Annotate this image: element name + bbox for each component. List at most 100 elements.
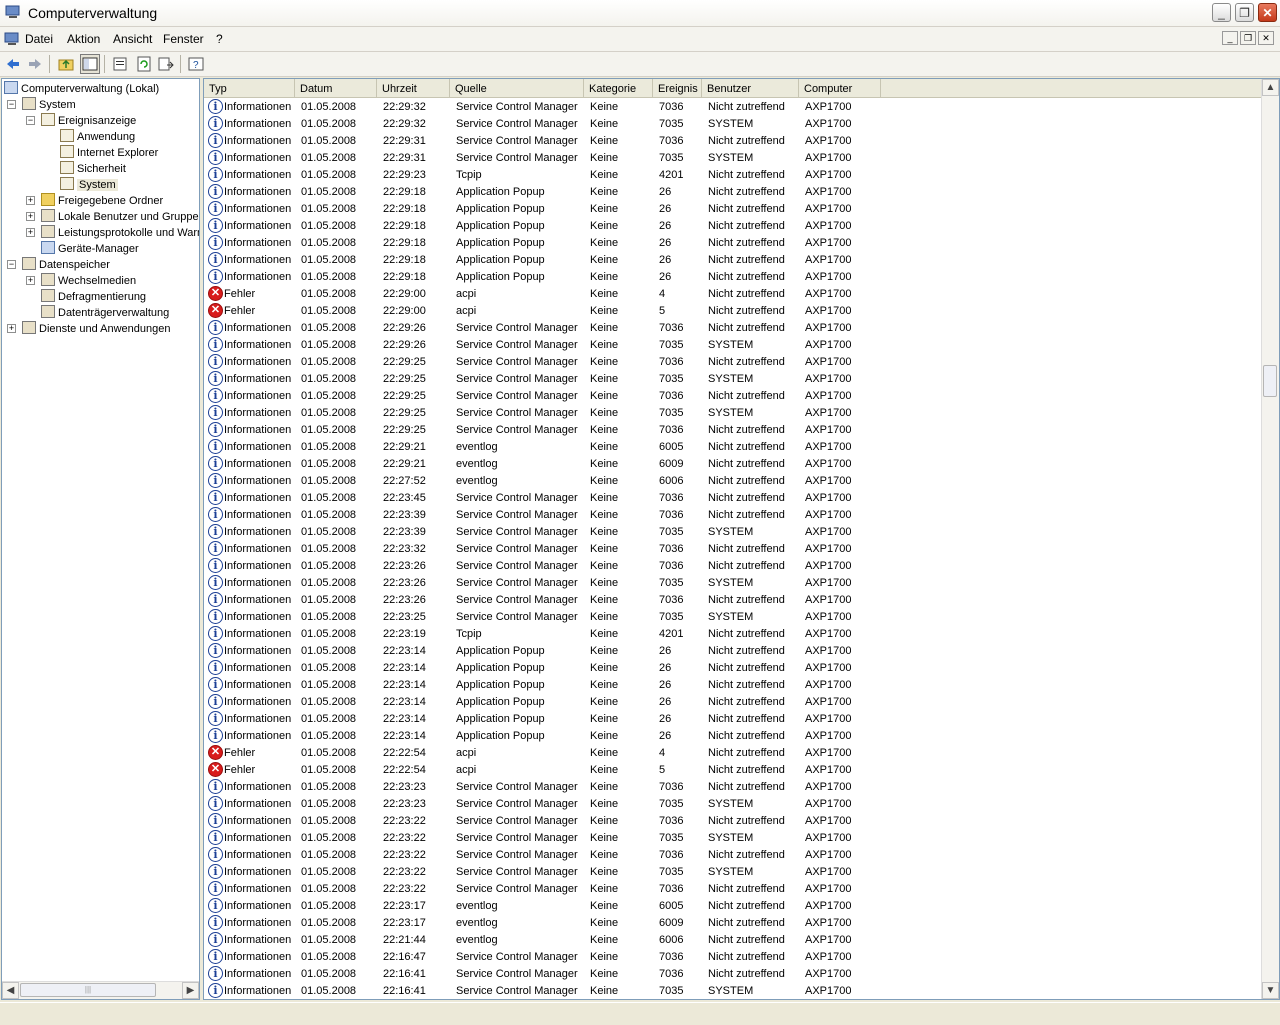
column-header-kategorie[interactable]: Kategorie: [584, 79, 653, 97]
table-row[interactable]: i Informationen 01.05.2008 22:23:22 Service …: [204, 846, 1264, 863]
table-row[interactable]: i Informationen 01.05.2008 22:29:18 Applicat…: [204, 234, 1264, 251]
expand-services-icon[interactable]: +: [7, 324, 16, 333]
table-row[interactable]: i Informationen 01.05.2008 22:29:31 Service …: [204, 132, 1264, 149]
table-row[interactable]: i Informationen 01.05.2008 22:29:25 Service …: [204, 421, 1264, 438]
table-row[interactable]: ✕ Fehler 01.05.2008 22:29:00 acpi Keine 5 Nicht…: [204, 302, 1264, 319]
menu-datei[interactable]: Datei: [25, 32, 53, 46]
scroll-left-icon[interactable]: ◀: [2, 982, 19, 999]
scroll-right-icon[interactable]: ▶: [182, 982, 199, 999]
table-row[interactable]: i Informationen 01.05.2008 22:23:26 Service …: [204, 591, 1264, 608]
table-row[interactable]: i Informationen 01.05.2008 22:29:31 Service …: [204, 149, 1264, 166]
table-row[interactable]: i Informationen 01.05.2008 22:29:18 Applicat…: [204, 183, 1264, 200]
expand-users-icon[interactable]: +: [26, 212, 35, 221]
table-row[interactable]: i Informationen 01.05.2008 22:29:25 Service …: [204, 387, 1264, 404]
tree-item-datenspeicher[interactable]: Datenspeicher: [22, 257, 110, 273]
expand-removable-icon[interactable]: +: [26, 276, 35, 285]
refresh-icon[interactable]: [134, 54, 154, 74]
table-row[interactable]: i Informationen 01.05.2008 22:29:18 Applicat…: [204, 217, 1264, 234]
table-row[interactable]: i Informationen 01.05.2008 22:23:25 Service …: [204, 608, 1264, 625]
table-row[interactable]: i Informationen 01.05.2008 22:23:26 Service …: [204, 557, 1264, 574]
tree-item-dienste[interactable]: Dienste und Anwendungen: [22, 321, 171, 337]
table-row[interactable]: i Informationen 01.05.2008 22:29:32 Service …: [204, 98, 1264, 115]
table-row[interactable]: i Informationen 01.05.2008 22:29:26 Service …: [204, 319, 1264, 336]
mdi-restore-button[interactable]: ❐: [1240, 31, 1256, 45]
table-row[interactable]: i Informationen 01.05.2008 22:23:26 Service …: [204, 574, 1264, 591]
tree-item-system[interactable]: System: [22, 97, 76, 113]
table-row[interactable]: ✕ Fehler 01.05.2008 22:22:54 acpi Keine 4 Nicht…: [204, 744, 1264, 761]
collapse-system-icon[interactable]: −: [7, 100, 16, 109]
tree-item-anwendung[interactable]: Anwendung: [60, 129, 135, 145]
table-row[interactable]: i Informationen 01.05.2008 22:23:23 Service …: [204, 778, 1264, 795]
table-row[interactable]: i Informationen 01.05.2008 22:23:14 Applicat…: [204, 642, 1264, 659]
table-row[interactable]: i Informationen 01.05.2008 22:23:14 Applicat…: [204, 693, 1264, 710]
column-header-typ[interactable]: Typ: [204, 79, 295, 97]
table-row[interactable]: i Informationen 01.05.2008 22:29:32 Service …: [204, 115, 1264, 132]
table-row[interactable]: i Informationen 01.05.2008 22:23:14 Applicat…: [204, 659, 1264, 676]
scroll-thumb[interactable]: |||: [20, 983, 156, 997]
menu-help[interactable]: ?: [216, 32, 223, 46]
table-row[interactable]: i Informationen 01.05.2008 22:16:47 Service …: [204, 948, 1264, 965]
column-header-benutzer[interactable]: Benutzer: [702, 79, 799, 97]
scroll-up-icon[interactable]: ▲: [1262, 79, 1279, 96]
table-row[interactable]: i Informationen 01.05.2008 22:23:14 Applicat…: [204, 727, 1264, 744]
show-tree-icon[interactable]: [80, 54, 100, 74]
table-row[interactable]: i Informationen 01.05.2008 22:23:14 Applicat…: [204, 710, 1264, 727]
expand-shared-icon[interactable]: +: [26, 196, 35, 205]
tree-item-datentraegerverwaltung[interactable]: Datenträgerverwaltung: [41, 305, 169, 321]
tree-item-internet-explorer[interactable]: Internet Explorer: [60, 145, 158, 161]
table-row[interactable]: i Informationen 01.05.2008 22:23:17 eventlog…: [204, 897, 1264, 914]
forward-arrow-icon[interactable]: [25, 54, 45, 74]
column-header-datum[interactable]: Datum: [295, 79, 377, 97]
collapse-eventviewer-icon[interactable]: −: [26, 116, 35, 125]
table-row[interactable]: i Informationen 01.05.2008 22:29:26 Service …: [204, 336, 1264, 353]
table-row[interactable]: i Informationen 01.05.2008 22:29:21 eventlog…: [204, 438, 1264, 455]
column-header-ereignis[interactable]: Ereignis: [653, 79, 702, 97]
restore-button[interactable]: ❐: [1235, 3, 1254, 22]
table-row[interactable]: i Informationen 01.05.2008 22:23:14 Applicat…: [204, 676, 1264, 693]
table-row[interactable]: i Informationen 01.05.2008 22:29:21 eventlog…: [204, 455, 1264, 472]
up-folder-icon[interactable]: [56, 54, 76, 74]
table-row[interactable]: i Informationen 01.05.2008 22:29:23 Tcpip Kei…: [204, 166, 1264, 183]
table-row[interactable]: i Informationen 01.05.2008 22:23:22 Service …: [204, 880, 1264, 897]
mdi-window-icon[interactable]: [4, 32, 20, 46]
collapse-storage-icon[interactable]: −: [7, 260, 16, 269]
table-row[interactable]: i Informationen 01.05.2008 22:23:22 Service …: [204, 863, 1264, 880]
table-row[interactable]: i Informationen 01.05.2008 22:23:32 Service …: [204, 540, 1264, 557]
table-row[interactable]: i Informationen 01.05.2008 22:23:39 Service …: [204, 523, 1264, 540]
tree-item-freigegebene-ordner[interactable]: Freigegebene Ordner: [41, 193, 163, 209]
list-vertical-scrollbar[interactable]: ▲ ▼: [1261, 79, 1279, 999]
column-header-computer[interactable]: Computer: [799, 79, 881, 97]
minimize-button[interactable]: _: [1212, 3, 1231, 22]
mdi-close-button[interactable]: ✕: [1258, 31, 1274, 45]
table-row[interactable]: i Informationen 01.05.2008 22:29:25 Service …: [204, 353, 1264, 370]
table-row[interactable]: i Informationen 01.05.2008 22:23:45 Service …: [204, 489, 1264, 506]
table-row[interactable]: i Informationen 01.05.2008 22:23:23 Service …: [204, 795, 1264, 812]
table-row[interactable]: i Informationen 01.05.2008 22:29:18 Applicat…: [204, 268, 1264, 285]
table-row[interactable]: i Informationen 01.05.2008 22:23:17 eventlog…: [204, 914, 1264, 931]
tree-item-system-log[interactable]: System: [60, 177, 118, 193]
menu-ansicht[interactable]: Ansicht: [113, 32, 152, 46]
back-arrow-icon[interactable]: [3, 54, 23, 74]
table-row[interactable]: i Informationen 01.05.2008 22:29:25 Service …: [204, 370, 1264, 387]
expand-perf-icon[interactable]: +: [26, 228, 35, 237]
table-row[interactable]: i Informationen 01.05.2008 22:23:22 Service …: [204, 812, 1264, 829]
table-row[interactable]: i Informationen 01.05.2008 22:16:41 Service …: [204, 965, 1264, 982]
table-row[interactable]: i Informationen 01.05.2008 22:16:41 Service …: [204, 982, 1264, 999]
tree-item-leistungsprotokolle[interactable]: Leistungsprotokolle und Warn: [41, 225, 199, 241]
table-row[interactable]: ✕ Fehler 01.05.2008 22:29:00 acpi Keine 4 Nicht…: [204, 285, 1264, 302]
table-row[interactable]: i Informationen 01.05.2008 22:21:44 eventlog…: [204, 931, 1264, 948]
table-row[interactable]: i Informationen 01.05.2008 22:23:22 Service …: [204, 829, 1264, 846]
table-row[interactable]: ✕ Fehler 01.05.2008 22:22:54 acpi Keine 5 Nicht…: [204, 761, 1264, 778]
tree-item-wechselmedien[interactable]: Wechselmedien: [41, 273, 136, 289]
tree-item-geraete-manager[interactable]: Geräte-Manager: [41, 241, 139, 257]
tree-item-defragmentierung[interactable]: Defragmentierung: [41, 289, 146, 305]
tree-horizontal-scrollbar[interactable]: ◀ ||| ▶: [2, 981, 199, 999]
tree-item-root[interactable]: Computerverwaltung (Lokal): [4, 81, 159, 97]
column-header-quelle[interactable]: Quelle: [450, 79, 584, 97]
menu-aktion[interactable]: Aktion: [67, 32, 100, 46]
export-list-icon[interactable]: [156, 54, 176, 74]
menu-fenster[interactable]: Fenster: [163, 32, 204, 46]
table-row[interactable]: i Informationen 01.05.2008 22:29:25 Service …: [204, 404, 1264, 421]
scroll-down-icon[interactable]: ▼: [1262, 982, 1279, 999]
tree-item-lokale-benutzer[interactable]: Lokale Benutzer und Gruppen: [41, 209, 199, 225]
